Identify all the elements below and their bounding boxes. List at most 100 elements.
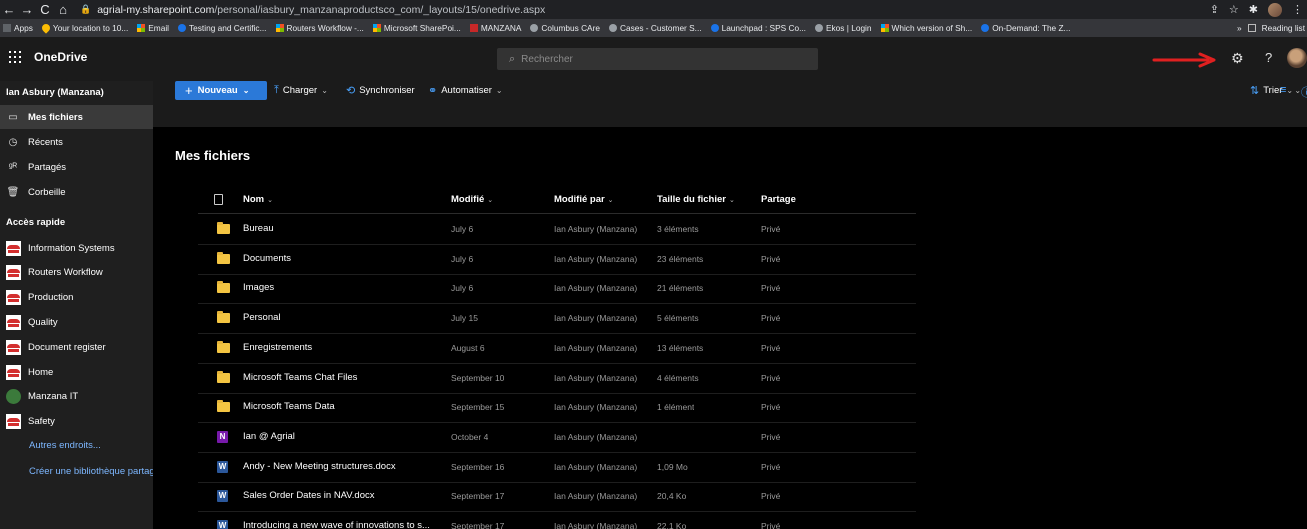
- sync-button[interactable]: ⟲ Synchroniser: [346, 84, 415, 97]
- file-name[interactable]: Microsoft Teams Data: [243, 401, 448, 412]
- home-icon[interactable]: ⌂: [54, 0, 72, 19]
- table-row[interactable]: N Ian @ Agrial October 4 Ian Asbury (Manzan…: [198, 423, 916, 453]
- site-logo-icon: [6, 339, 21, 355]
- quick-access-item[interactable]: Home: [0, 360, 153, 384]
- file-size: 21 éléments: [657, 283, 704, 294]
- folder-icon: [217, 400, 230, 413]
- browser-menu-icon[interactable]: ⋮: [1292, 3, 1303, 16]
- table-row[interactable]: W Andy - New Meeting structures.docx Septe…: [198, 453, 916, 483]
- share-icon[interactable]: ⇪: [1210, 3, 1219, 16]
- quick-access-item[interactable]: Quality: [0, 310, 153, 334]
- file-name[interactable]: Documents: [243, 253, 448, 264]
- file-size: 22,1 Ko: [657, 521, 687, 529]
- column-modified-by[interactable]: Modifié par ⌄: [554, 194, 614, 205]
- column-size[interactable]: Taille du fichier ⌄: [657, 194, 735, 205]
- sidebar-item[interactable]: 🗑 Corbeille: [0, 180, 153, 204]
- table-row[interactable]: Enregistrements August 6 Ian Asbury (Manza…: [198, 334, 916, 364]
- sidebar-item[interactable]: ▭ Mes fichiers: [0, 105, 153, 129]
- more-bookmarks-button[interactable]: »: [1237, 23, 1242, 33]
- quick-access-label: Routers Workflow: [28, 267, 103, 279]
- quick-access-item[interactable]: Production: [0, 286, 153, 310]
- table-row[interactable]: W Introducing a new wave of innovations t…: [198, 512, 916, 529]
- bookmark-item[interactable]: On-Demand: The Z...: [981, 23, 1070, 33]
- sharing-status: Privé: [761, 372, 781, 383]
- sidebar-item[interactable]: ◷ Récents: [0, 130, 153, 154]
- back-arrow-icon[interactable]: ←: [0, 0, 18, 19]
- table-row[interactable]: Personal July 15 Ian Asbury (Manzana) 5 élé…: [198, 304, 916, 335]
- app-launcher-icon[interactable]: [9, 51, 21, 63]
- sharing-status: Privé: [761, 342, 781, 353]
- quick-access-header: Accès rapide: [6, 217, 66, 228]
- new-button[interactable]: + Nouveau ⌄: [175, 81, 267, 100]
- file-name[interactable]: Sales Order Dates in NAV.docx: [243, 490, 448, 501]
- file-name[interactable]: Personal: [243, 312, 448, 323]
- bookmark-item[interactable]: Columbus CAre: [530, 23, 600, 33]
- file-name[interactable]: Images: [243, 282, 448, 293]
- sidebar-item[interactable]: ᵍᴿ Partagés: [0, 155, 153, 179]
- column-modified[interactable]: Modifié ⌄: [451, 194, 493, 205]
- sidebar-icon: ᵍᴿ: [8, 161, 18, 173]
- table-row[interactable]: Microsoft Teams Data September 15 Ian Asbu…: [198, 393, 916, 424]
- more-places-link[interactable]: Autres endroits...: [29, 440, 153, 451]
- view-options-button[interactable]: ≡ ⌄: [1280, 84, 1301, 96]
- bookmark-item[interactable]: Email: [137, 23, 169, 33]
- upload-label: Charger: [282, 85, 318, 96]
- bookmark-item[interactable]: Ekos | Login: [815, 23, 872, 33]
- help-icon[interactable]: ?: [1265, 50, 1272, 65]
- quick-access-item[interactable]: Routers Workflow: [0, 261, 153, 285]
- app-name[interactable]: OneDrive: [34, 50, 87, 64]
- bookmark-item[interactable]: Which version of Sh...: [880, 23, 973, 33]
- column-name[interactable]: Nom ⌄: [243, 194, 273, 205]
- reading-list-button[interactable]: Reading list: [1262, 23, 1305, 33]
- bookmark-label: Which version of Sh...: [891, 23, 973, 33]
- avatar[interactable]: [1287, 48, 1307, 68]
- browser-profile-avatar[interactable]: [1268, 2, 1282, 17]
- bookmark-label: Ekos | Login: [826, 23, 872, 33]
- bookmark-item[interactable]: Apps: [3, 23, 33, 33]
- quick-access-label: Information Systems: [28, 242, 115, 254]
- quick-access-item[interactable]: Information Systems: [0, 236, 153, 260]
- search-box[interactable]: ⌕: [497, 48, 818, 70]
- gear-icon[interactable]: ⚙: [1231, 50, 1244, 67]
- extensions-icon[interactable]: ✱: [1249, 3, 1258, 16]
- search-input[interactable]: [521, 53, 802, 65]
- automate-button[interactable]: ⚭ Automatiser ⌄: [428, 84, 503, 97]
- file-size: 4 éléments: [657, 372, 699, 383]
- reload-icon[interactable]: C: [36, 0, 54, 19]
- file-name[interactable]: Introducing a new wave of innovations to…: [243, 520, 448, 529]
- quick-access-label: Document register: [28, 341, 106, 353]
- table-row[interactable]: Documents July 6 Ian Asbury (Manzana) 23 él…: [198, 245, 916, 275]
- bookmark-item[interactable]: Cases - Customer S...: [608, 23, 702, 33]
- table-row[interactable]: Microsoft Teams Chat Files September 10 Ia…: [198, 364, 916, 394]
- sidebar-item-label: Mes fichiers: [28, 111, 83, 123]
- quick-access-item[interactable]: Safety: [0, 410, 153, 434]
- upload-button[interactable]: ⤒ Charger ⌄: [274, 84, 328, 97]
- table-row[interactable]: W Sales Order Dates in NAV.docx September …: [198, 482, 916, 513]
- create-library-link[interactable]: Créer une bibliothèque partagée: [29, 466, 153, 477]
- column-modified-by-label: Modifié par: [554, 194, 605, 205]
- url-host: agrial-my.sharepoint.com: [97, 3, 215, 16]
- file-name[interactable]: Ian @ Agrial: [243, 431, 448, 442]
- column-sharing[interactable]: Partage: [761, 194, 796, 205]
- file-name[interactable]: Microsoft Teams Chat Files: [243, 372, 448, 383]
- forward-arrow-icon[interactable]: →: [18, 0, 36, 19]
- file-name[interactable]: Andy - New Meeting structures.docx: [243, 461, 448, 472]
- file-name[interactable]: Bureau: [243, 223, 448, 234]
- file-name[interactable]: Enregistrements: [243, 342, 448, 353]
- sharing-status: Privé: [761, 313, 781, 324]
- table-row[interactable]: Images July 6 Ian Asbury (Manzana) 21 éléme…: [198, 274, 916, 305]
- file-type-icon[interactable]: [214, 194, 223, 205]
- quick-access-item[interactable]: Manzana IT: [0, 385, 153, 409]
- table-row[interactable]: Bureau July 6 Ian Asbury (Manzana) 3 élémen…: [198, 215, 916, 245]
- details-pane-button[interactable]: ⓘ: [1301, 84, 1307, 100]
- bookmark-item[interactable]: MANZANA: [469, 23, 521, 33]
- address-bar[interactable]: agrial-my.sharepoint.com/personal/iasbur…: [97, 4, 545, 16]
- sharing-status: Privé: [761, 283, 781, 294]
- bookmark-item[interactable]: Launchpad : SPS Co...: [710, 23, 806, 33]
- quick-access-item[interactable]: Document register: [0, 335, 153, 359]
- bookmark-item[interactable]: Microsoft SharePoi...: [372, 23, 461, 33]
- bookmark-item[interactable]: Routers Workflow -...: [275, 23, 364, 33]
- star-icon[interactable]: ☆: [1229, 3, 1239, 16]
- bookmark-item[interactable]: Your location to 10...: [40, 22, 128, 34]
- bookmark-item[interactable]: Testing and Certific...: [178, 23, 267, 33]
